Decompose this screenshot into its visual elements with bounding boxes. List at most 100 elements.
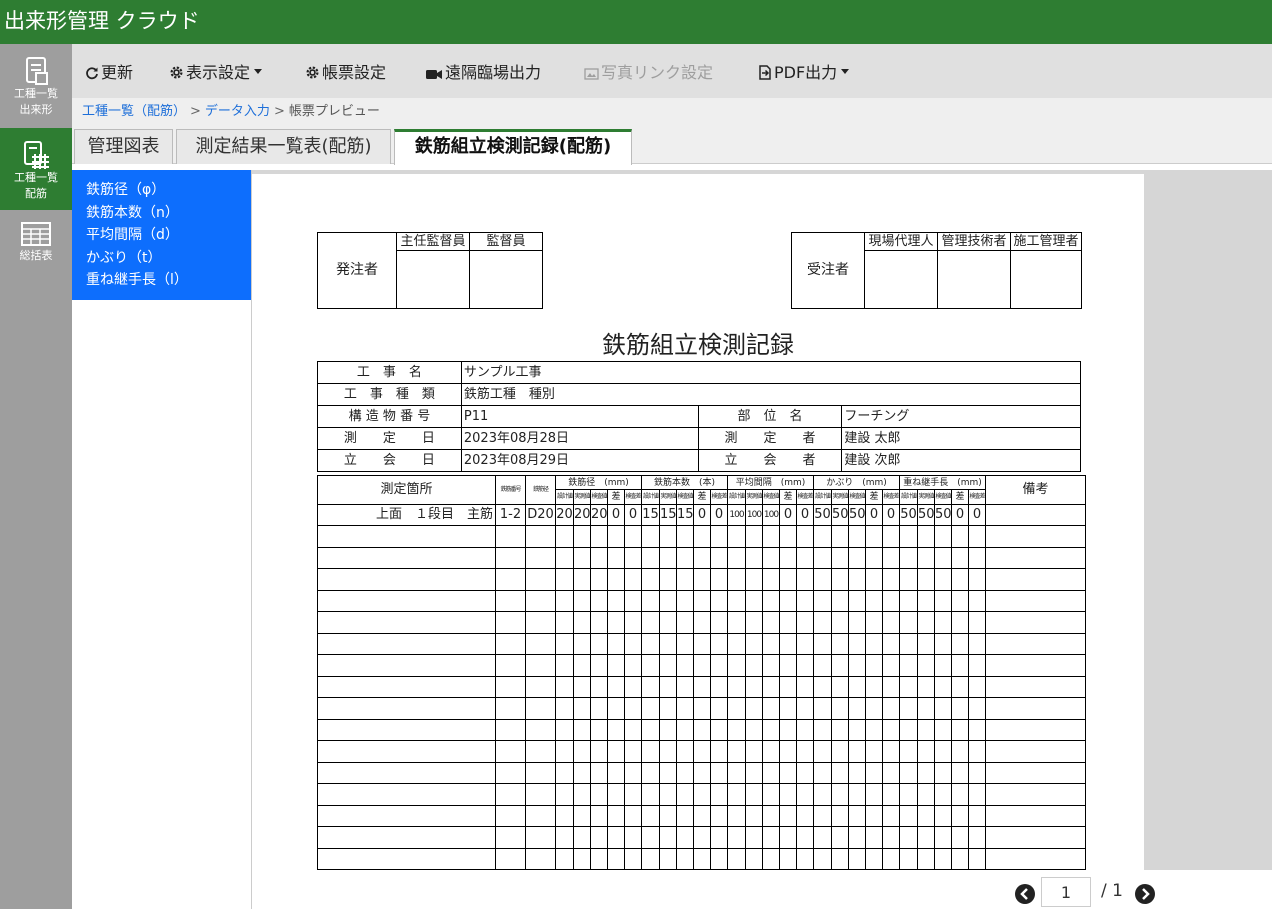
empty-cell [745,826,763,849]
empty-cell [727,697,746,720]
empty-cell [607,761,625,784]
empty-cell [573,826,591,849]
empty-cell [555,589,574,612]
construction-manager-header: 施工管理者 [1010,232,1082,251]
empty-cell [573,675,591,698]
empty-cell [607,546,625,569]
tab-inspection-record[interactable]: 鉄筋組立検測記録(配筋) [394,129,632,165]
tab-measurement-list[interactable]: 測定結果一覧表(配筋) [176,129,391,164]
refresh-button[interactable]: 更新 [85,62,133,84]
empty-cell [951,783,970,806]
list-item-rebar-count[interactable]: 鉄筋本数（n） [72,202,251,225]
empty-cell [762,718,780,741]
stamp-cell [864,250,938,309]
empty-cell [607,804,625,827]
measure-group-header: 鉄筋径 (mm) [555,475,642,490]
empty-cell [676,525,694,548]
empty-cell [710,804,728,827]
empty-cell [555,783,574,806]
photo-link-label: 写真リンク設定 [601,63,714,82]
rail-label: 工種一覧 [14,87,58,100]
empty-cell [624,783,642,806]
empty-cell [917,589,936,612]
empty-cell [813,740,833,763]
empty-cell [641,804,660,827]
prev-page-button[interactable] [1015,884,1035,904]
empty-cell [848,654,867,677]
empty-cell [795,847,815,870]
breadcrumb-work-list[interactable]: 工種一覧（配筋） [82,104,186,119]
empty-cell [573,546,591,569]
empty-cell [641,589,660,612]
empty-cell [676,740,694,763]
empty-cell [693,740,711,763]
empty-cell [848,525,867,548]
list-item-average-spacing[interactable]: 平均間隔（d） [72,224,251,247]
empty-cell [848,783,867,806]
empty-cell [641,740,660,763]
empty-cell [831,632,850,655]
empty-cell [317,525,496,548]
next-page-button[interactable] [1135,884,1155,904]
table-row [317,718,1087,741]
remote-output-button[interactable]: 遠隔臨場出力 [426,62,541,84]
list-item-lap-length[interactable]: 重ね継手長（l） [72,269,251,292]
video-camera-icon [426,70,442,79]
display-settings-button[interactable]: 表示設定 [169,62,263,84]
empty-cell [641,611,660,634]
empty-cell [951,697,970,720]
breadcrumb-data-entry[interactable]: データ入力 [205,104,270,119]
empty-cell [525,654,556,677]
list-item-rebar-diameter[interactable]: 鉄筋径（φ） [72,179,251,202]
empty-cell [779,761,797,784]
chevron-down-icon [841,69,850,74]
empty-cell [590,847,608,870]
empty-cell [831,546,850,569]
empty-cell [779,654,797,677]
measure-group-header: かぶり (mm) [813,475,901,490]
empty-cell [555,718,574,741]
empty-cell [951,525,970,548]
empty-cell [882,847,901,870]
app-title: 出来形管理 クラウド [4,9,200,33]
rail-item-summary[interactable]: 総括表 [0,214,72,274]
empty-cell [676,697,694,720]
empty-cell [727,847,746,870]
supervisor-header: 監督員 [469,232,543,251]
empty-cell [865,783,884,806]
form-settings-button[interactable]: 帳票設定 [305,62,386,84]
empty-cell [317,804,496,827]
empty-cell [985,632,1087,655]
rail-item-dekigata[interactable]: 工種一覧 出来形 [0,48,72,126]
empty-cell [848,675,867,698]
empty-cell [525,761,556,784]
page-number-input[interactable] [1041,877,1091,907]
measure-subheader: 実測値 [573,489,591,505]
pdf-output-button[interactable]: PDF出力 [758,62,850,84]
empty-cell [779,568,797,591]
rail-item-haikin[interactable]: 工種一覧 配筋 [0,128,72,210]
empty-cell [882,718,901,741]
empty-cell [882,546,901,569]
empty-cell [779,718,797,741]
empty-cell [899,783,919,806]
empty-cell [865,654,884,677]
value-cell: 20 [590,504,608,526]
list-item-cover[interactable]: かぶり（t） [72,247,251,270]
report-preview[interactable]: 発注者 主任監督員 監督員 受注者 現場代理人 管理技術者 施工管理者 鉄筋組立… [252,170,1272,870]
empty-cell [899,525,919,548]
structure-no-label: 構 造 物 番 号 [317,405,462,428]
breadcrumb-current: 帳票プレビュー [288,104,380,119]
empty-cell [882,525,901,548]
empty-cell [693,568,711,591]
photo-link-settings-button[interactable]: 写真リンク設定 [584,62,713,84]
empty-cell [985,654,1087,677]
empty-cell [317,826,496,849]
side-rail: 工種一覧 出来形 工種一覧 配筋 総括表 [0,44,72,909]
empty-cell [607,654,625,677]
empty-cell [659,761,677,784]
empty-cell [693,718,711,741]
breadcrumb-separator: > [273,104,285,119]
measure-subheader: 検査差 [795,489,815,505]
tab-control-chart[interactable]: 管理図表 [74,129,173,164]
